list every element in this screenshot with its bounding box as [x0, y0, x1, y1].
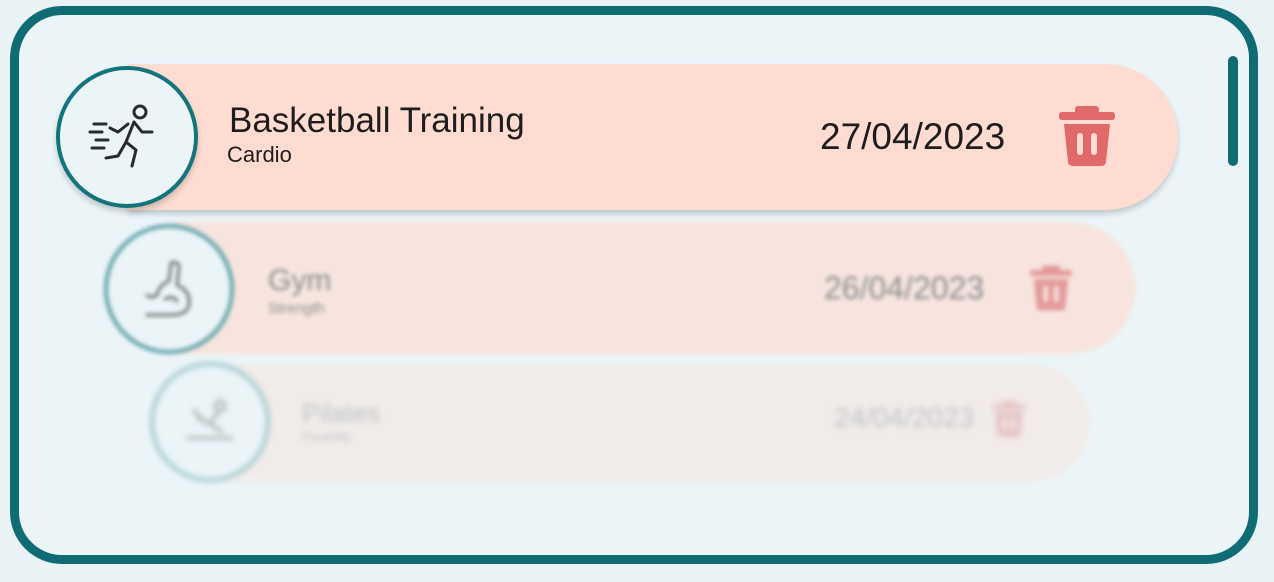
workout-date: 27/04/2023	[820, 116, 1006, 157]
trash-icon[interactable]	[1030, 264, 1072, 317]
workout-category: Strength	[268, 300, 325, 317]
pilates-pose-icon	[150, 362, 270, 482]
trash-icon[interactable]	[1059, 106, 1115, 171]
workout-category: Cardio	[227, 142, 292, 167]
workout-date: 26/04/2023	[824, 270, 985, 306]
workout-title: Basketball Training	[229, 101, 525, 140]
flexed-arm-icon	[104, 224, 234, 354]
workout-date: 24/04/2023	[834, 402, 975, 433]
trash-icon[interactable]	[992, 400, 1026, 443]
workout-category: Flexibility	[302, 430, 352, 444]
workout-title: Pilates	[302, 398, 381, 428]
workout-title: Gym	[268, 264, 332, 297]
running-icon	[56, 66, 198, 208]
scrollbar[interactable]	[1228, 56, 1238, 166]
